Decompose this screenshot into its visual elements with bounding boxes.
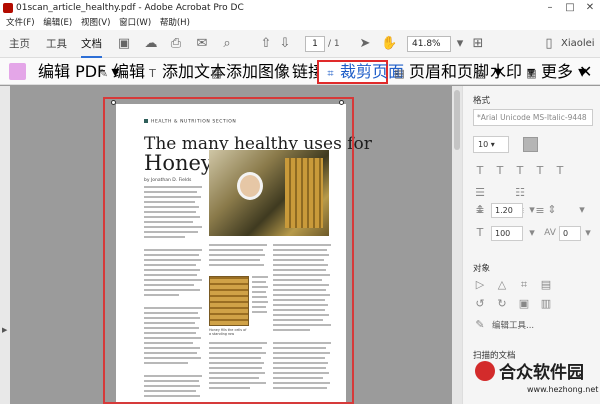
more-label: 更多 — [541, 62, 574, 81]
acrobat-app-icon — [3, 3, 13, 13]
watermark-brand: 合众软件园 — [499, 363, 584, 383]
crop-icon: ⌗ — [327, 67, 334, 80]
bullet-list-icon[interactable]: ☰ — [473, 186, 487, 200]
user-account[interactable]: Xiaolei — [561, 30, 595, 58]
crop-image-icon[interactable]: ⌗ — [517, 278, 531, 292]
paragraph-spacing-icon: ⇕ — [547, 203, 557, 216]
flip-vertical-icon[interactable]: ▷ — [473, 278, 487, 292]
edit-pdf-icon[interactable] — [9, 63, 26, 80]
format-heading: 格式 — [473, 96, 491, 106]
menu-file[interactable]: 文件(F) — [6, 16, 35, 30]
link-icon: ∞ — [277, 67, 288, 80]
watermark-url: www.hezhong.net — [527, 385, 599, 394]
page-up-icon[interactable]: ⇧ — [258, 36, 274, 52]
more-icon: ▦ — [526, 67, 537, 80]
horizontal-scale-input[interactable]: 100 — [491, 226, 523, 241]
edit-label: 编辑 — [113, 62, 146, 81]
watermark-icon: ▧ — [475, 67, 486, 80]
page-number-input[interactable]: 1 — [305, 36, 325, 52]
menu-edit[interactable]: 编辑(E) — [43, 16, 72, 30]
line-spacing-icon-visible: ↕ — [475, 203, 485, 216]
line-spacing-input[interactable]: 1.20 — [491, 203, 523, 218]
page-total: / 1 — [328, 39, 340, 49]
scrollbar-thumb[interactable] — [454, 90, 460, 150]
mobile-icon[interactable]: ▯ — [541, 36, 557, 52]
header-footer-icon: ▤ — [394, 67, 405, 80]
cloud-upload-icon[interactable]: ☁ — [143, 36, 159, 52]
crop-selection-box[interactable] — [103, 97, 354, 404]
scale-chevron-icon[interactable]: ▾ — [525, 226, 539, 240]
menu-window[interactable]: 窗口(W) — [119, 16, 151, 30]
tab-document[interactable]: 文档 — [81, 30, 102, 58]
char-spacing-value: 0 — [563, 229, 569, 238]
main-toolbar: 主页 工具 文档 ▣ ☁ ⎙ ✉ ⌕ ⇧ ⇩ 1 / 1 ➤ ✋ 41.8% ▾… — [0, 30, 600, 58]
search-icon[interactable]: ⌕ — [219, 36, 235, 52]
vertical-scrollbar[interactable] — [452, 86, 462, 404]
horizontal-scale-value: 100 — [495, 229, 511, 238]
menu-help[interactable]: 帮助(H) — [160, 16, 190, 30]
line-spacing-chevron-icon[interactable]: ▾ — [525, 203, 539, 217]
rotate-right-icon[interactable]: ↻ — [495, 297, 509, 311]
print-icon[interactable]: ⎙ — [168, 36, 184, 52]
objects-heading: 对象 — [473, 264, 491, 274]
close-button[interactable]: ✕ — [580, 0, 600, 16]
edit-pencil-icon: ✎ — [98, 67, 109, 80]
watermark-label: 水印 — [490, 62, 523, 81]
char-spacing-icon: AV — [544, 228, 556, 238]
email-icon[interactable]: ✉ — [194, 36, 210, 52]
site-watermark: 合众软件园 www.hezhong.net — [475, 358, 600, 404]
superscript-icon[interactable]: T — [533, 164, 547, 178]
maximize-button[interactable]: □ — [560, 0, 580, 16]
arrange-icon[interactable]: ▥ — [539, 297, 553, 311]
crop-pages-button[interactable]: ⌗ 裁剪页面 — [324, 58, 404, 85]
rotate-left-icon[interactable]: ↺ — [473, 297, 487, 311]
tab-home[interactable]: 主页 — [9, 30, 30, 58]
crop-handle-top-left[interactable] — [111, 100, 116, 105]
tab-tools[interactable]: 工具 — [46, 30, 67, 58]
select-cursor-icon[interactable]: ➤ — [357, 36, 373, 52]
replace-image-icon[interactable]: ▣ — [517, 297, 531, 311]
font-size-value: 10 — [478, 140, 489, 149]
align-objects-icon[interactable]: ▤ — [539, 278, 553, 292]
char-spacing-chevron-icon[interactable]: ▾ — [581, 226, 595, 240]
title-bar: 01scan_article_healthy.pdf - Adobe Acrob… — [0, 0, 600, 16]
font-size-select[interactable]: 10 ▾ — [473, 136, 509, 153]
crop-handle-top-right[interactable] — [339, 100, 344, 105]
window-title: 01scan_article_healthy.pdf - Adobe Acrob… — [16, 3, 244, 13]
subscript-icon[interactable]: T — [553, 164, 567, 178]
acrobat-window: 01scan_article_healthy.pdf - Adobe Acrob… — [0, 0, 600, 404]
save-icon[interactable]: ▣ — [116, 36, 132, 52]
flip-horizontal-icon[interactable]: △ — [495, 278, 509, 292]
page-view-icon[interactable]: ⊞ — [470, 36, 486, 52]
paragraph-spacing-chevron-icon[interactable]: ▾ — [575, 203, 589, 217]
line-spacing-value: 1.20 — [495, 206, 513, 215]
numbered-list-icon[interactable]: ☷ — [513, 186, 527, 200]
close-toolbar-icon[interactable]: ✕ — [579, 58, 592, 85]
text-tool-icon: T — [149, 67, 156, 80]
underline-icon[interactable]: T — [513, 164, 527, 178]
text-color-swatch[interactable] — [523, 137, 538, 152]
chevron-down-icon[interactable]: ▾ — [452, 36, 468, 52]
left-nav-strip: ▶ — [0, 86, 10, 404]
edit-tools-pencil-icon: ✎ — [475, 318, 485, 331]
menu-bar: 文件(F) 编辑(E) 视图(V) 窗口(W) 帮助(H) — [0, 16, 600, 30]
page-down-icon[interactable]: ⇩ — [277, 36, 293, 52]
expand-left-icon[interactable]: ▶ — [2, 326, 7, 334]
horizontal-scale-icon: T — [476, 226, 484, 239]
edit-button[interactable]: ✎ 编辑 — [97, 58, 145, 85]
format-panel: 格式 *Arial Unicode MS-Italic-9448 10 ▾ T … — [462, 86, 600, 404]
minimize-button[interactable]: – — [540, 0, 560, 16]
more-button[interactable]: ▦ 更多 ▾ — [525, 58, 586, 85]
hand-tool-icon[interactable]: ✋ — [381, 36, 397, 52]
site-logo-icon — [475, 361, 495, 381]
image-icon: ▨ — [211, 67, 222, 80]
zoom-level-select[interactable]: 41.8% — [407, 36, 451, 52]
char-spacing-input[interactable]: 0 — [559, 226, 581, 241]
edit-tools-link[interactable]: 编辑工具... — [492, 319, 534, 331]
italic-icon[interactable]: T — [493, 164, 507, 178]
bold-icon[interactable]: T — [473, 164, 487, 178]
font-family-select[interactable]: *Arial Unicode MS-Italic-9448 — [473, 109, 593, 126]
menu-view[interactable]: 视图(V) — [81, 16, 110, 30]
